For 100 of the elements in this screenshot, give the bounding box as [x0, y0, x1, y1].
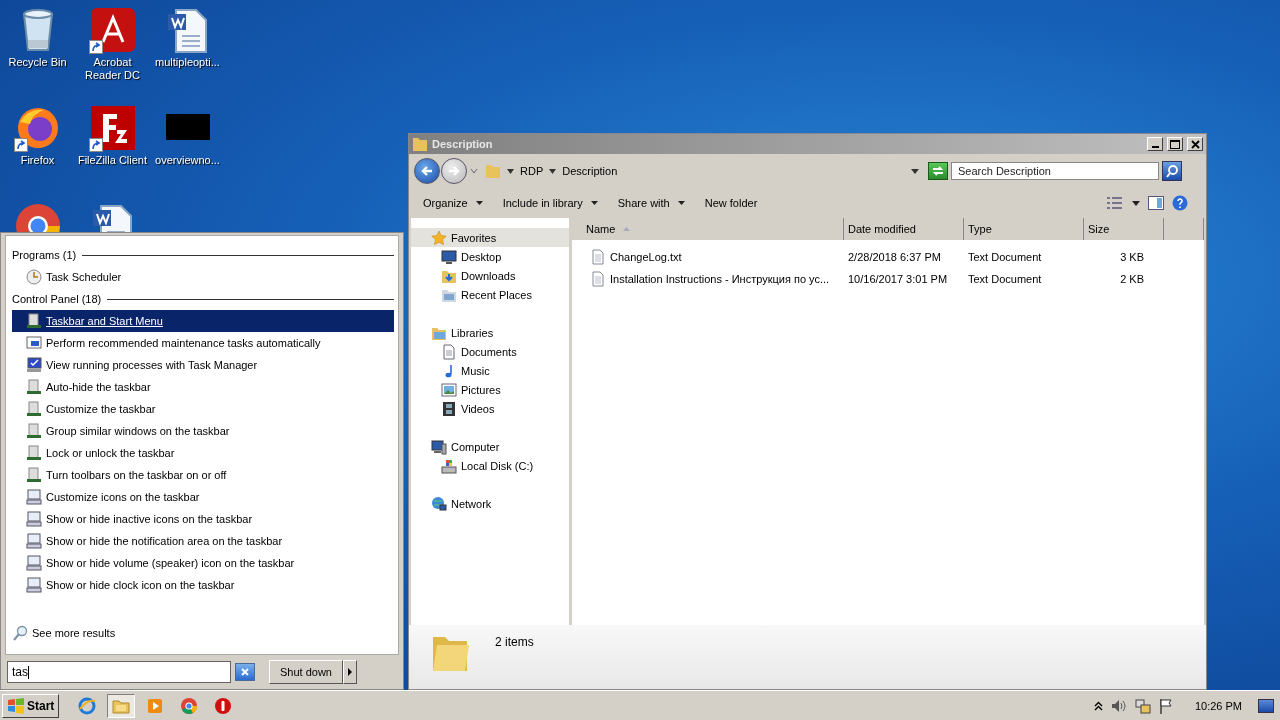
- column-header[interactable]: Size: [1084, 218, 1164, 240]
- globe-icon: [78, 696, 97, 715]
- search-field[interactable]: tas: [7, 661, 231, 683]
- icon-label[interactable]: Acrobat Reader DC: [75, 56, 150, 82]
- close-button[interactable]: [1187, 137, 1203, 151]
- maximize-button[interactable]: [1167, 137, 1183, 151]
- group-heading: Control Panel (18): [12, 293, 102, 305]
- search-result-item[interactable]: Customize the taskbar: [12, 398, 394, 420]
- start-button[interactable]: Start: [2, 693, 60, 718]
- table-cell-text: Text Document: [967, 251, 1043, 263]
- column-header[interactable]: Date modified: [844, 218, 964, 240]
- film-icon: [441, 400, 457, 417]
- search-result-item[interactable]: Show or hide volume (speaker) icon on the taskbar: [12, 552, 394, 574]
- minimize-button[interactable]: [1147, 137, 1163, 151]
- search-result-item[interactable]: Taskbar and Start Menu: [12, 310, 394, 332]
- clock[interactable]: 10:26 PM: [1194, 699, 1242, 712]
- text-file-icon: [590, 249, 606, 265]
- nav-item[interactable]: Pictures: [411, 380, 569, 399]
- triangle-right-icon: [347, 667, 353, 677]
- chevron-up-icon[interactable]: [1093, 700, 1103, 711]
- clock-icon: [26, 269, 42, 285]
- shut-down-options-button[interactable]: [343, 660, 357, 684]
- play-icon: [146, 696, 165, 715]
- search-result-item[interactable]: View running processes with Task Manager: [12, 354, 394, 376]
- nav-item[interactable]: Downloads: [411, 266, 569, 285]
- shut-down-button[interactable]: Shut down: [269, 660, 343, 684]
- filezilla-icon[interactable]: [88, 104, 137, 152]
- search-result-item[interactable]: Task Scheduler: [12, 266, 394, 288]
- file-name[interactable]: Installation Instructions - Инструкция по ус...: [610, 273, 830, 285]
- table-cell-text: 3 KB: [1119, 251, 1145, 263]
- monitor-icon: [26, 555, 42, 571]
- table-cell-text: 10/16/2017 3:01 PM: [847, 273, 949, 285]
- refresh-button[interactable]: [928, 162, 948, 180]
- icon-label[interactable]: Firefox: [0, 154, 75, 167]
- nav-item[interactable]: Recent Places: [411, 285, 569, 304]
- icon-label[interactable]: FileZilla Client: [75, 154, 150, 167]
- nav-item[interactable]: Videos: [411, 399, 569, 418]
- window-title: Description: [432, 138, 493, 150]
- column-header[interactable]: Name: [572, 218, 844, 240]
- forward-button[interactable]: [441, 158, 467, 184]
- icon-label[interactable]: overviewno...: [150, 154, 225, 167]
- help-icon[interactable]: [1172, 195, 1188, 211]
- nav-item[interactable]: Network: [411, 494, 569, 513]
- speaker-icon[interactable]: [1110, 698, 1127, 713]
- nav-item[interactable]: Local Disk (C:): [411, 456, 569, 475]
- search-result-item[interactable]: Auto-hide the taskbar: [12, 376, 394, 398]
- search-button[interactable]: [1162, 161, 1182, 181]
- network-icon[interactable]: [1134, 697, 1151, 714]
- back-button[interactable]: [414, 158, 440, 184]
- taskbar-icon: [26, 467, 42, 483]
- nav-item[interactable]: Favorites: [411, 228, 569, 247]
- search-result-item[interactable]: Show or hide clock icon on the taskbar: [12, 574, 394, 596]
- star-icon: [431, 229, 447, 246]
- dropdown-icon[interactable]: [1132, 200, 1140, 206]
- search-result-item[interactable]: Group similar windows on the taskbar: [12, 420, 394, 442]
- nav-item[interactable]: Desktop: [411, 247, 569, 266]
- taskbar-icon: [26, 313, 42, 329]
- preview-pane-icon[interactable]: [1148, 196, 1164, 210]
- nav-item[interactable]: Documents: [411, 342, 569, 361]
- search-field[interactable]: Search Description: [951, 162, 1159, 180]
- picture-icon: [441, 381, 457, 398]
- monitor-icon: [26, 533, 42, 549]
- nav-item[interactable]: Computer: [411, 437, 569, 456]
- toolbar-button[interactable]: New folder: [698, 195, 764, 211]
- refresh-icon: [931, 165, 945, 177]
- icon-label[interactable]: Recycle Bin: [0, 56, 75, 69]
- search-result-item[interactable]: Show or hide inactive icons on the taskbar: [12, 508, 394, 530]
- show-desktop-button[interactable]: [1258, 698, 1274, 713]
- flag-icon[interactable]: [1158, 697, 1173, 714]
- search-icon: [12, 625, 28, 641]
- icon-label[interactable]: multipleopti...: [150, 56, 225, 69]
- group-heading: Programs (1): [12, 249, 77, 261]
- search-result-item[interactable]: Lock or unlock the taskbar: [12, 442, 394, 464]
- monitor-icon: [26, 357, 42, 373]
- sort-arrow-icon: [623, 227, 631, 231]
- pdf-icon[interactable]: [88, 6, 137, 54]
- taskbar-icon: [26, 379, 42, 395]
- toolbar-button[interactable]: Organize: [417, 195, 489, 211]
- globe-icon: [431, 495, 447, 512]
- shortcut-arrow-icon: [88, 138, 103, 152]
- toolbar-button[interactable]: Share with: [611, 195, 691, 211]
- column-header[interactable]: Type: [964, 218, 1084, 240]
- search-result-item[interactable]: Show or hide the notification area on the taskbar: [12, 530, 394, 552]
- document-icon: [441, 343, 457, 360]
- view-options-icon[interactable]: [1106, 196, 1124, 210]
- see-more-link[interactable]: See more results: [12, 622, 394, 644]
- shortcut-arrow-icon: [13, 138, 28, 152]
- table-cell-text: 2/28/2018 6:37 PM: [847, 251, 942, 263]
- search-result-item[interactable]: Customize icons on the taskbar: [12, 486, 394, 508]
- monitor-icon: [26, 489, 42, 505]
- nav-item[interactable]: Libraries: [411, 323, 569, 342]
- search-result-item[interactable]: Turn toolbars on the taskbar on or off: [12, 464, 394, 486]
- file-name[interactable]: ChangeLog.txt: [610, 251, 682, 263]
- nav-item[interactable]: Music: [411, 361, 569, 380]
- close-icon: [238, 666, 252, 678]
- toolbar-button[interactable]: Include in library: [496, 195, 604, 211]
- taskbar-button[interactable]: [107, 693, 136, 718]
- search-result-item[interactable]: Perform recommended maintenance tasks automatically: [12, 332, 394, 354]
- clear-button[interactable]: [235, 663, 255, 681]
- computer-icon: [431, 438, 447, 455]
